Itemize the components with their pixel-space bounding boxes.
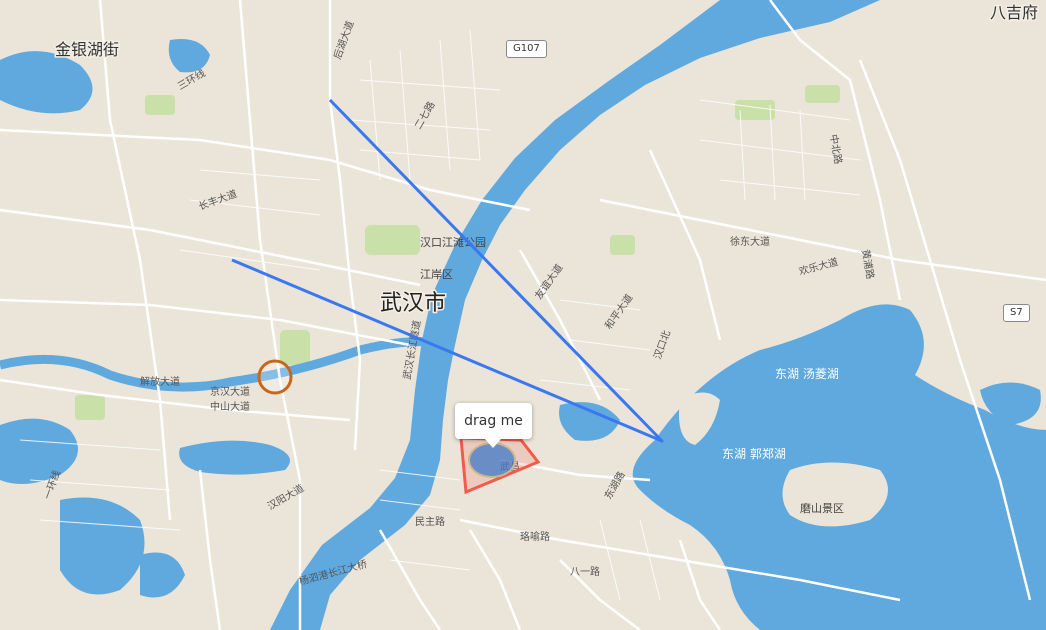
svg-text:八一路: 八一路 xyxy=(570,565,600,578)
svg-text:中山大道: 中山大道 xyxy=(210,400,250,413)
area-label-hankou-park: 汉口江滩公园 xyxy=(420,235,486,249)
svg-text:民主路: 民主路 xyxy=(415,515,445,528)
popup-text: drag me xyxy=(464,413,523,429)
area-label-jiangan: 江岸区 xyxy=(420,268,453,281)
popup-tip xyxy=(485,439,501,448)
lake-label-guozheng: 东湖 郭郑湖 xyxy=(722,446,786,461)
east-lake-island xyxy=(782,462,888,527)
district-label-jinyinhu: 金银湖街 xyxy=(55,40,119,59)
map-base-layer: 金银湖街 八吉府 武汉市 江岸区 汉口江滩公园 磨山景区 东湖 汤菱湖 东湖 郭… xyxy=(0,0,1046,630)
area-label-moshan: 磨山景区 xyxy=(800,502,844,515)
svg-text:珞喻路: 珞喻路 xyxy=(520,530,550,543)
district-label-bajifu: 八吉府 xyxy=(990,3,1038,22)
city-label: 武汉市 xyxy=(380,291,446,316)
map-view[interactable]: 金银湖街 八吉府 武汉市 江岸区 汉口江滩公园 磨山景区 东湖 汤菱湖 东湖 郭… xyxy=(0,0,1046,630)
svg-text:解放大道: 解放大道 xyxy=(140,375,180,388)
drawn-circle[interactable] xyxy=(257,359,293,395)
lake-label-tangling: 东湖 汤菱湖 xyxy=(775,366,839,381)
road-shield-s7: S7 xyxy=(1003,304,1030,322)
svg-text:徐东大道: 徐东大道 xyxy=(730,235,770,248)
drag-popup: drag me xyxy=(455,403,532,439)
road-shield-g107: G107 xyxy=(506,40,547,58)
svg-text:京汉大道: 京汉大道 xyxy=(210,385,250,398)
